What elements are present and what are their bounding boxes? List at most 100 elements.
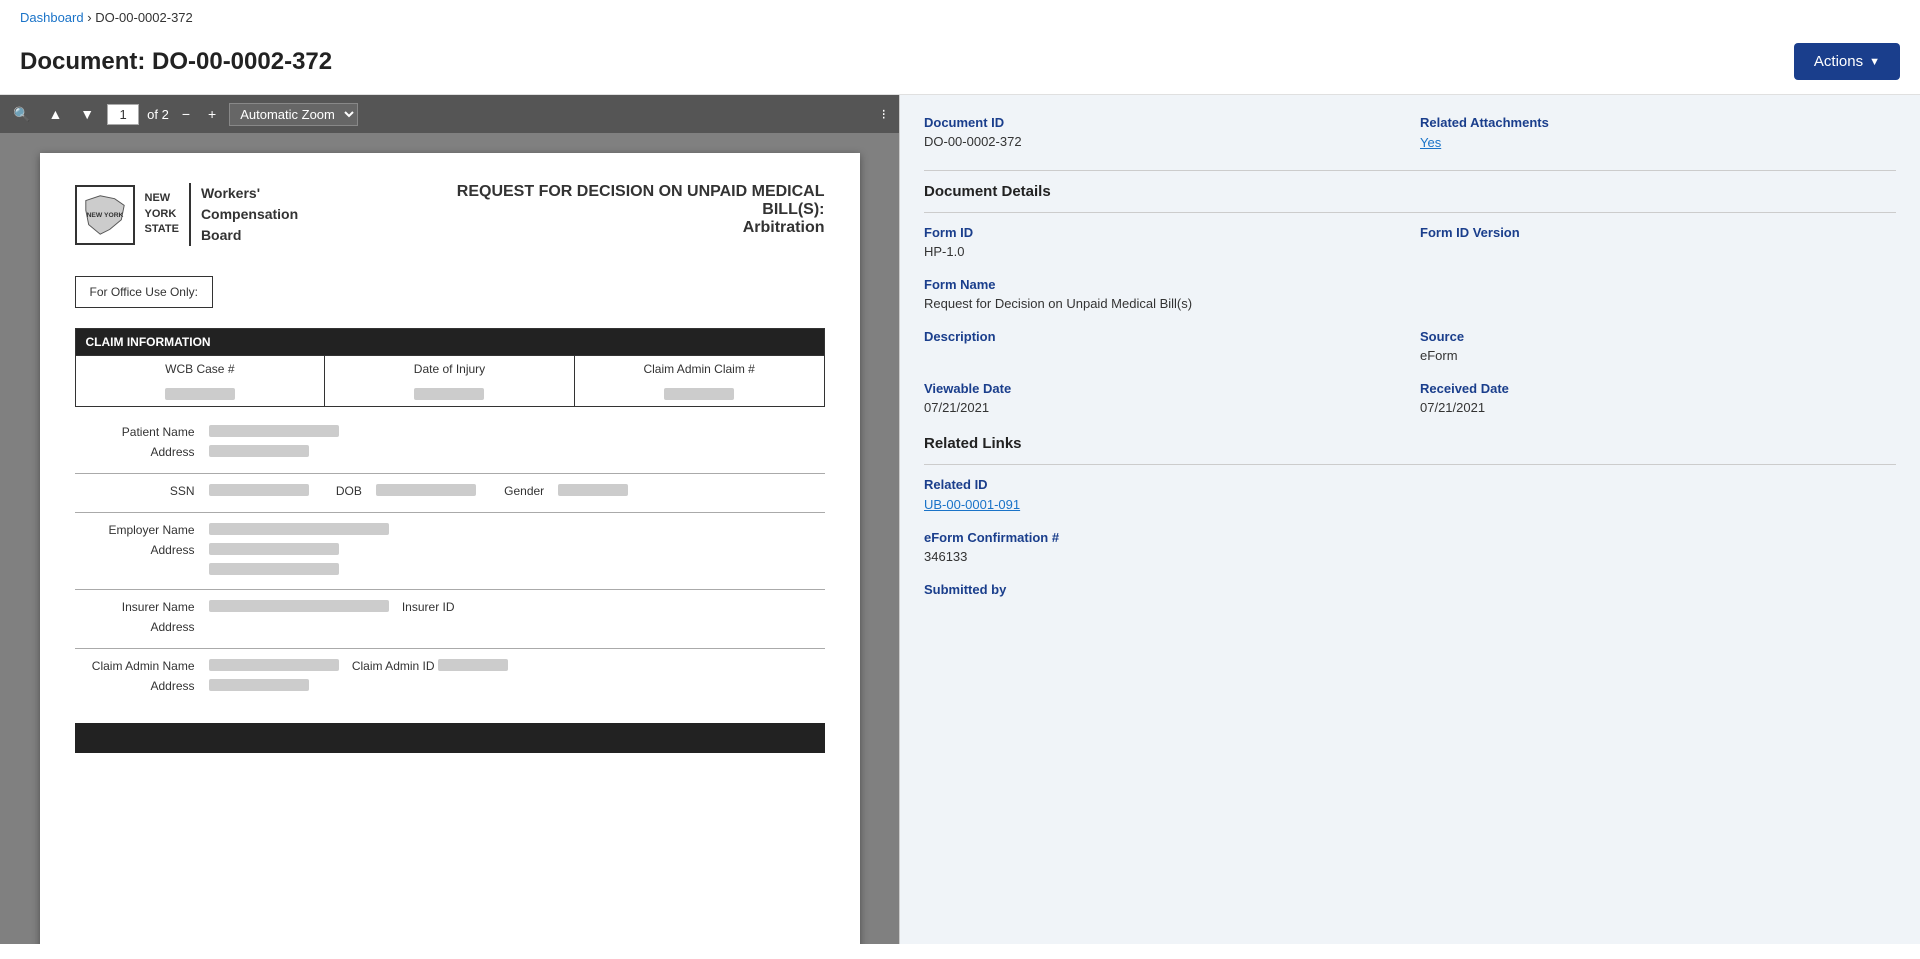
pdf-content[interactable]: NEW YORK NEWYORKSTATE Workers' Compensat… <box>0 133 899 944</box>
related-id-link[interactable]: UB-00-0001-091 <box>924 497 1020 512</box>
pdf-toolbar: 🔍 ▲ ▼ of 2 − + Automatic Zoom 50% 75% 10… <box>0 95 899 133</box>
description-col: Description <box>924 329 1400 363</box>
dates-row: Viewable Date 07/21/2021 Received Date 0… <box>924 381 1896 415</box>
page-number-input[interactable] <box>107 104 139 125</box>
description-source-row: Description Source eForm <box>924 329 1896 363</box>
divider-3 <box>75 589 825 590</box>
nys-state-svg: NEW YORK <box>81 190 129 240</box>
related-id-row: Related ID UB-00-0001-091 <box>924 477 1896 512</box>
pdf-menu-button[interactable]: ⁝ <box>877 104 891 125</box>
document-id-value: DO-00-0002-372 <box>924 134 1400 149</box>
document-details-section: Document Details Form ID HP-1.0 Form ID … <box>924 183 1896 415</box>
claim-admin-claim-value <box>664 388 734 400</box>
viewable-date-col: Viewable Date 07/21/2021 <box>924 381 1400 415</box>
source-label: Source <box>1420 329 1896 344</box>
date-of-injury-value <box>414 388 484 400</box>
related-attachments-link[interactable]: Yes <box>1420 135 1441 150</box>
next-page-button[interactable]: ▼ <box>75 104 99 124</box>
search-button[interactable]: 🔍 <box>8 104 35 125</box>
submitted-label: Submitted by <box>924 582 1896 597</box>
claim-info-header: CLAIM INFORMATION <box>75 329 824 356</box>
patient-address-value <box>209 445 309 457</box>
divider-4 <box>75 648 825 649</box>
employer-section: Employer Name Address <box>75 523 825 575</box>
actions-button[interactable]: Actions ▼ <box>1794 43 1900 80</box>
gender-value <box>558 484 628 496</box>
ssn-value <box>209 484 309 496</box>
form-name-label: Form Name <box>924 277 1896 292</box>
eform-confirmation-row: eForm Confirmation # 346133 <box>924 530 1896 564</box>
sidebar-divider-related <box>924 464 1896 465</box>
employer-address-2 <box>209 563 339 575</box>
received-date-col: Received Date 07/21/2021 <box>1420 381 1896 415</box>
form-id-value: HP-1.0 <box>924 244 1400 259</box>
zoom-select[interactable]: Automatic Zoom 50% 75% 100% 125% 150% <box>229 103 358 126</box>
employer-address-row-2 <box>75 563 825 575</box>
insurer-address-row: Address <box>75 620 825 634</box>
form-name-value: Request for Decision on Unpaid Medical B… <box>924 296 1896 311</box>
claim-info-table: CLAIM INFORMATION WCB Case # Date of Inj… <box>75 328 825 407</box>
document-id-section: Document ID DO-00-0002-372 Related Attac… <box>924 115 1896 150</box>
form-name-col: Form Name Request for Decision on Unpaid… <box>924 277 1896 311</box>
related-links-section: Related Links Related ID UB-00-0001-091 … <box>924 435 1896 601</box>
date-of-injury-header: Date of Injury <box>325 356 575 407</box>
form-id-col: Form ID HP-1.0 <box>924 225 1400 259</box>
wcb-title: Workers' Compensation Board <box>189 183 298 246</box>
related-id-label: Related ID <box>924 477 1896 492</box>
related-links-title: Related Links <box>924 435 1896 452</box>
patient-name-value <box>209 425 339 437</box>
document-details-title: Document Details <box>924 183 1896 200</box>
related-attachments-col: Related Attachments Yes <box>1420 115 1896 150</box>
eform-confirmation-value: 346133 <box>924 549 1896 564</box>
nys-text-block: NEWYORKSTATE <box>145 191 179 237</box>
source-col: Source eForm <box>1420 329 1896 363</box>
claim-admin-address-row: Address <box>75 679 825 693</box>
claim-admin-id-value <box>438 659 508 671</box>
received-date-label: Received Date <box>1420 381 1896 396</box>
patient-address-row: Address <box>75 445 825 459</box>
breadcrumb-separator: › <box>87 10 91 25</box>
pdf-viewer: 🔍 ▲ ▼ of 2 − + Automatic Zoom 50% 75% 10… <box>0 95 900 944</box>
document-id-row: Document ID DO-00-0002-372 Related Attac… <box>924 115 1896 150</box>
pdf-form-header: NEW YORK NEWYORKSTATE Workers' Compensat… <box>75 183 825 246</box>
employer-name-row: Employer Name <box>75 523 825 537</box>
eform-confirmation-label: eForm Confirmation # <box>924 530 1896 545</box>
related-attachments-label: Related Attachments <box>1420 115 1896 130</box>
main-content: 🔍 ▲ ▼ of 2 − + Automatic Zoom 50% 75% 10… <box>0 95 1920 944</box>
claim-admin-name-value <box>209 659 339 671</box>
breadcrumb-home-link[interactable]: Dashboard <box>20 10 84 25</box>
submitted-col: Submitted by <box>924 582 1896 601</box>
page-current <box>107 104 139 125</box>
sidebar-divider-1 <box>924 170 1896 171</box>
pdf-footer-bar <box>75 723 825 753</box>
actions-label: Actions <box>1814 53 1863 70</box>
viewable-date-value: 07/21/2021 <box>924 400 1400 415</box>
nys-logo-icon: NEW YORK <box>75 185 135 245</box>
insurer-name-row: Insurer Name Insurer ID <box>75 600 825 614</box>
nys-state-name: NEWYORKSTATE <box>145 191 179 237</box>
received-date-value: 07/21/2021 <box>1420 400 1896 415</box>
document-id-col: Document ID DO-00-0002-372 <box>924 115 1400 150</box>
viewable-date-label: Viewable Date <box>924 381 1400 396</box>
zoom-out-button[interactable]: − <box>177 104 195 124</box>
sidebar-panel: Document ID DO-00-0002-372 Related Attac… <box>900 95 1920 944</box>
insurer-section: Insurer Name Insurer ID Address <box>75 600 825 634</box>
description-label: Description <box>924 329 1400 344</box>
form-id-version-col: Form ID Version <box>1420 225 1896 259</box>
employer-name-value <box>209 523 389 535</box>
form-id-row: Form ID HP-1.0 Form ID Version <box>924 225 1896 259</box>
divider-2 <box>75 512 825 513</box>
insurer-name-value <box>209 600 389 612</box>
submitted-row: Submitted by <box>924 582 1896 601</box>
form-id-label: Form ID <box>924 225 1400 240</box>
wcb-case-header: WCB Case # <box>75 356 325 407</box>
chevron-down-icon: ▼ <box>1869 56 1880 68</box>
dob-value <box>376 484 476 496</box>
prev-page-button[interactable]: ▲ <box>43 104 67 124</box>
claim-admin-claim-header: Claim Admin Claim # <box>574 356 824 407</box>
employer-address-row: Address <box>75 543 825 557</box>
eform-confirmation-col: eForm Confirmation # 346133 <box>924 530 1896 564</box>
zoom-in-button[interactable]: + <box>203 104 221 124</box>
claim-admin-section: Claim Admin Name Claim Admin ID Address <box>75 659 825 693</box>
page-header: Document: DO-00-0002-372 Actions ▼ <box>0 35 1920 95</box>
